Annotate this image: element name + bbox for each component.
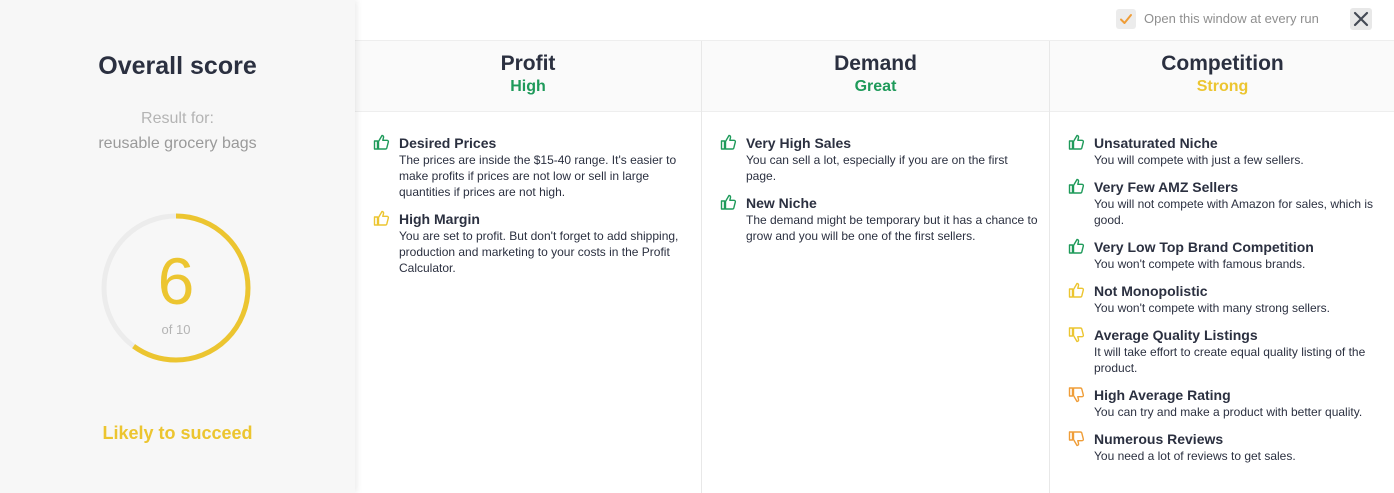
thumbs-up-icon	[1068, 134, 1085, 150]
criterion-item: Very Few AMZ Sellers You will not compete…	[1068, 178, 1385, 228]
criterion-title: Unsaturated Niche	[1094, 135, 1218, 151]
criterion-item: Numerous Reviews You need a lot of review…	[1068, 430, 1385, 464]
overall-score-title: Overall score	[98, 52, 257, 80]
criterion-item: Desired Prices The prices are inside the …	[373, 134, 691, 200]
thumbs-up-icon	[1068, 238, 1085, 254]
profit-level: High	[510, 78, 546, 95]
criterion-title: New Niche	[746, 195, 817, 211]
close-button[interactable]	[1350, 8, 1372, 30]
criterion-title: Very Few AMZ Sellers	[1094, 179, 1239, 195]
score-of-label: of 10	[161, 322, 191, 337]
criterion-item: High Average Rating You can try and make …	[1068, 386, 1385, 420]
competition-column: Competition Strong Unsaturated Niche You wi…	[1049, 41, 1394, 493]
thumbs-down-icon	[1068, 327, 1085, 343]
competition-title: Competition	[1161, 52, 1284, 75]
criterion-item: Average Quality Listings It will take eff…	[1068, 326, 1385, 376]
thumbs-up-icon	[1068, 282, 1085, 298]
criterion-title: Desired Prices	[399, 135, 497, 151]
demand-title: Demand	[834, 52, 917, 75]
criterion-item: Very High Sales You can sell a lot, espec…	[720, 134, 1039, 184]
criterion-description: You can try and make a product with bett…	[1094, 405, 1363, 419]
demand-level: Great	[854, 78, 897, 95]
criterion-description: You will compete with just a few sellers…	[1094, 153, 1304, 167]
criterion-item: Very Low Top Brand Competition You won't …	[1068, 238, 1385, 272]
competition-level: Strong	[1196, 78, 1249, 95]
profit-items: Desired Prices The prices are inside the …	[355, 112, 701, 276]
thumbs-up-icon	[373, 210, 390, 226]
thumbs-up-icon	[720, 194, 737, 210]
criterion-title: High Average Rating	[1094, 387, 1231, 403]
competition-items: Unsaturated Niche You will compete with j…	[1050, 112, 1394, 464]
result-for-label: Result for:	[141, 110, 214, 127]
demand-header: Demand Great	[702, 41, 1049, 112]
criterion-description: It will take effort to create equal qual…	[1094, 345, 1366, 375]
criterion-description: The prices are inside the $15-40 range. …	[399, 153, 677, 199]
criterion-title: Average Quality Listings	[1094, 327, 1258, 343]
criterion-description: You won't compete with many strong selle…	[1094, 301, 1330, 315]
criterion-item: Not Monopolistic You won't compete with m…	[1068, 282, 1385, 316]
thumbs-up-icon	[1068, 178, 1085, 194]
top-bar: Open this window at every run	[355, 0, 1394, 41]
criterion-description: You can sell a lot, especially if you ar…	[746, 153, 1008, 183]
profit-title: Profit	[500, 52, 556, 75]
criterion-description: The demand might be temporary but it has…	[746, 213, 1038, 243]
overall-score-panel: Overall score Result for: reusable groce…	[0, 0, 355, 493]
thumbs-down-icon	[1068, 431, 1085, 447]
search-query: reusable grocery bags	[98, 135, 257, 152]
demand-column: Demand Great Very High Sales You can sell a…	[701, 41, 1049, 493]
criterion-description: You won't compete with famous brands.	[1094, 257, 1306, 271]
demand-items: Very High Sales You can sell a lot, espec…	[702, 112, 1049, 244]
open-every-run-checkbox[interactable]	[1116, 9, 1136, 29]
criterion-item: High Margin You are set to profit. But do…	[373, 210, 691, 276]
open-every-run-label[interactable]: Open this window at every run	[1144, 11, 1319, 26]
thumbs-up-icon	[373, 134, 390, 150]
checkmark-icon	[1120, 14, 1132, 24]
criterion-title: Very Low Top Brand Competition	[1094, 239, 1314, 255]
criterion-item: Unsaturated Niche You will compete with j…	[1068, 134, 1385, 168]
criterion-description: You are set to profit. But don't forget …	[399, 229, 679, 275]
profit-column: Profit High Desired Prices The prices are i…	[355, 41, 701, 493]
criterion-title: Very High Sales	[746, 135, 852, 151]
criterion-item: New Niche The demand might be temporary b…	[720, 194, 1039, 244]
criterion-description: You will not compete with Amazon for sal…	[1094, 197, 1374, 227]
score-value: 6	[157, 244, 195, 318]
criterion-title: Not Monopolistic	[1094, 283, 1208, 299]
close-icon	[1353, 11, 1369, 27]
criterion-title: Numerous Reviews	[1094, 431, 1224, 447]
score-gauge: 6 of 10	[100, 212, 252, 364]
verdict-label: Likely to succeed	[102, 423, 253, 443]
criterion-title: High Margin	[399, 211, 480, 227]
thumbs-up-icon	[720, 134, 737, 150]
criterion-description: You need a lot of reviews to get sales.	[1094, 449, 1296, 463]
profit-header: Profit High	[355, 41, 701, 112]
competition-header: Competition Strong	[1050, 41, 1394, 112]
thumbs-down-icon	[1068, 387, 1085, 403]
